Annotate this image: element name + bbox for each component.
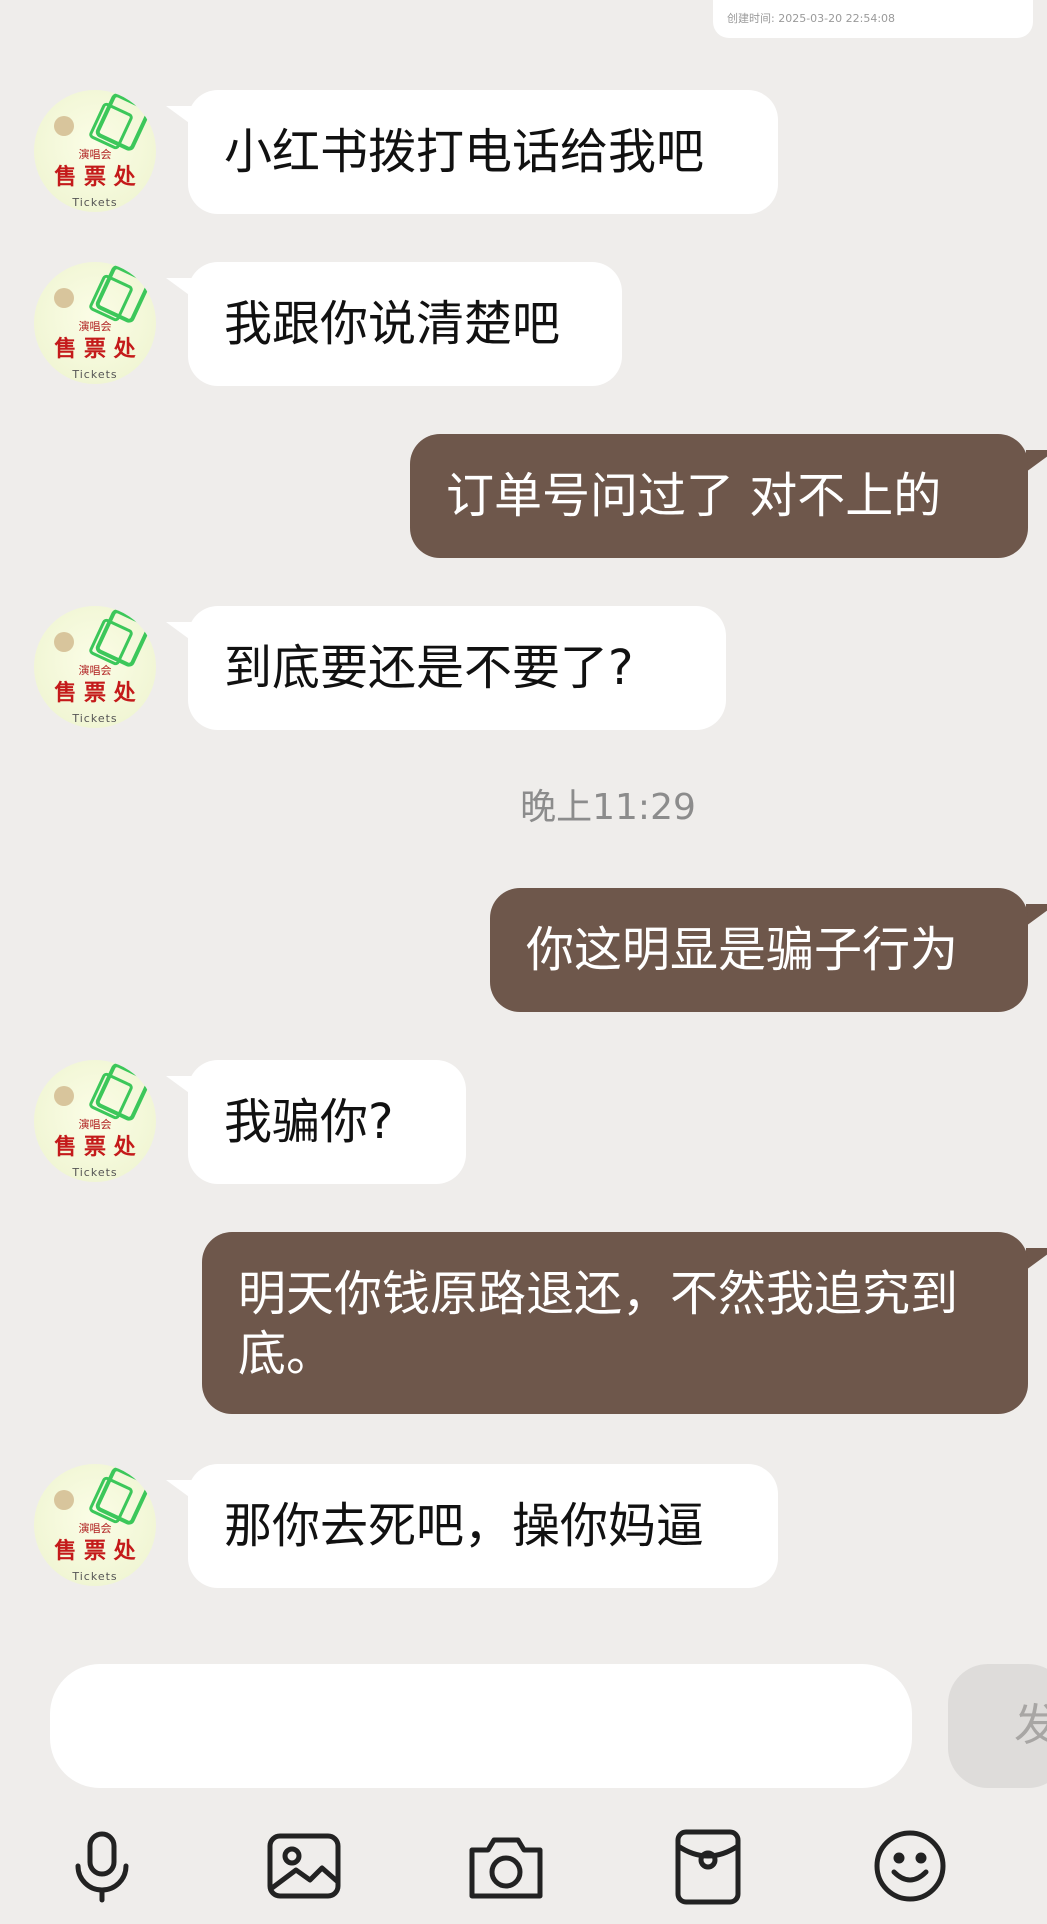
message-bubble-outgoing[interactable]: 明天你钱原路退还，不然我追究到底。 <box>202 1232 1028 1414</box>
svg-text:演唱会: 演唱会 <box>79 663 112 677</box>
svg-text:售 票 处: 售 票 处 <box>54 336 135 362</box>
avatar-label-main: 售 票 处 <box>54 164 135 190</box>
svg-text:演唱会: 演唱会 <box>79 1117 112 1131</box>
emoji-icon[interactable] <box>870 1826 950 1906</box>
avatar[interactable]: 演唱会 售 票 处 Tickets <box>34 1464 156 1586</box>
timestamp-divider: 晚上11:29 <box>520 787 696 828</box>
svg-text:Tickets: Tickets <box>71 712 117 725</box>
avatar[interactable]: 演唱会 售 票 处 Tickets <box>34 606 156 728</box>
message-bubble-incoming[interactable]: 那你去死吧，操你妈逼 <box>188 1464 778 1588</box>
message-bubble-outgoing[interactable]: 你这明显是骗子行为 <box>490 888 1028 1012</box>
bubble-tail <box>1026 450 1047 472</box>
avatar[interactable]: 演唱会 售 票 处 Tickets <box>34 1060 156 1182</box>
camera-icon[interactable] <box>466 1826 546 1906</box>
message-bubble-incoming[interactable]: 我骗你? <box>188 1060 466 1184</box>
order-created-time: 创建时间: 2025-03-20 22:54:08 <box>727 12 896 25</box>
svg-text:售 票 处: 售 票 处 <box>54 1538 135 1564</box>
message-bubble-outgoing[interactable]: 订单号问过了 对不上的 <box>410 434 1028 558</box>
svg-text:Tickets: Tickets <box>71 1166 117 1179</box>
message-bubble-incoming[interactable]: 我跟你说清楚吧 <box>188 262 622 386</box>
message-bubble-incoming[interactable]: 小红书拨打电话给我吧 <box>188 90 778 214</box>
svg-text:演唱会: 演唱会 <box>79 1521 112 1535</box>
avatar-label-top: 演唱会 <box>79 147 112 161</box>
bubble-tail <box>1026 1248 1047 1270</box>
svg-text:售 票 处: 售 票 处 <box>54 1134 135 1160</box>
order-info-card: 创建时间: 2025-03-20 22:54:08 <box>713 0 1033 38</box>
svg-text:Tickets: Tickets <box>71 368 117 381</box>
image-icon[interactable] <box>264 1826 344 1906</box>
svg-text:售 票 处: 售 票 处 <box>54 680 135 706</box>
bubble-tail <box>1026 904 1047 926</box>
svg-text:演唱会: 演唱会 <box>79 319 112 333</box>
avatar-label-sub: Tickets <box>71 196 117 209</box>
avatar[interactable]: 演唱会 售 票 处 Tickets <box>34 262 156 384</box>
red-packet-icon[interactable] <box>668 1826 748 1906</box>
send-button[interactable]: 发 <box>948 1664 1047 1788</box>
message-input[interactable] <box>50 1664 912 1788</box>
svg-text:Tickets: Tickets <box>71 1570 117 1583</box>
message-bubble-incoming[interactable]: 到底要还是不要了? <box>188 606 726 730</box>
microphone-icon[interactable] <box>62 1826 142 1906</box>
avatar[interactable]: 演唱会 售 票 处 Tickets <box>34 90 156 212</box>
